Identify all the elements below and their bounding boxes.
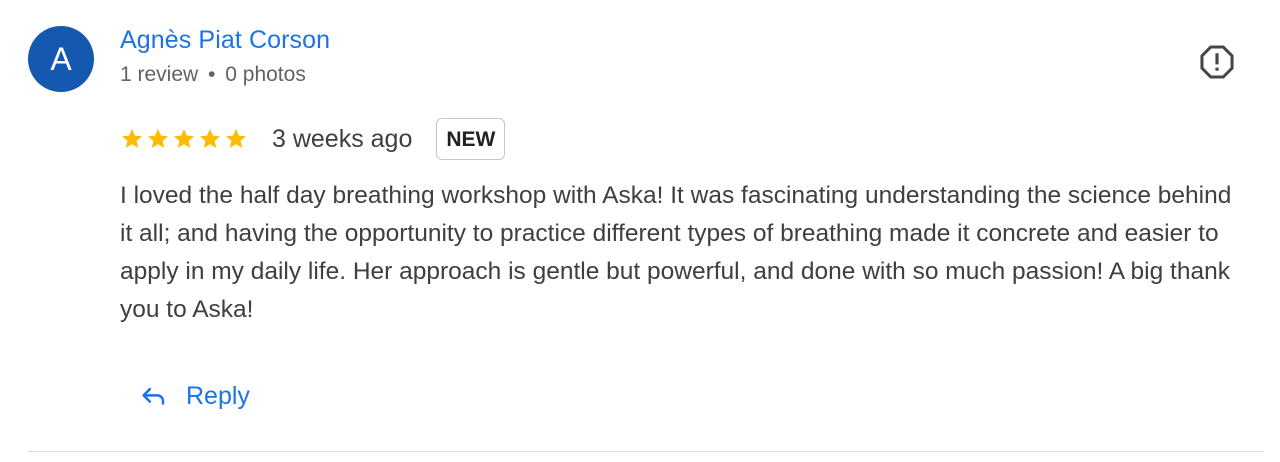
rating-row: 3 weeks ago NEW <box>120 117 506 161</box>
reply-button[interactable]: Reply <box>128 371 260 421</box>
review-card: A Agnès Piat Corson 1 review • 0 photos … <box>0 0 1280 462</box>
author-meta: 1 review • 0 photos <box>120 63 306 87</box>
review-date: 3 weeks ago <box>272 124 413 153</box>
reply-label: Reply <box>186 381 250 410</box>
reply-arrow-icon <box>142 387 165 405</box>
star-rating <box>120 127 248 151</box>
review-count: 1 review <box>120 63 199 86</box>
star-icon <box>200 129 220 148</box>
photo-count: 0 photos <box>225 63 306 86</box>
star-icon <box>148 129 168 148</box>
avatar[interactable]: A <box>28 26 94 92</box>
review-text: I loved the half day breathing workshop … <box>120 182 1232 323</box>
report-flag-icon[interactable] <box>1198 43 1236 81</box>
new-badge: NEW <box>436 118 506 160</box>
divider <box>28 451 1264 452</box>
star-icon <box>226 129 246 148</box>
meta-separator: • <box>208 63 216 86</box>
star-icon <box>174 129 194 148</box>
star-icon <box>122 129 142 148</box>
author-name[interactable]: Agnès Piat Corson <box>120 26 330 55</box>
